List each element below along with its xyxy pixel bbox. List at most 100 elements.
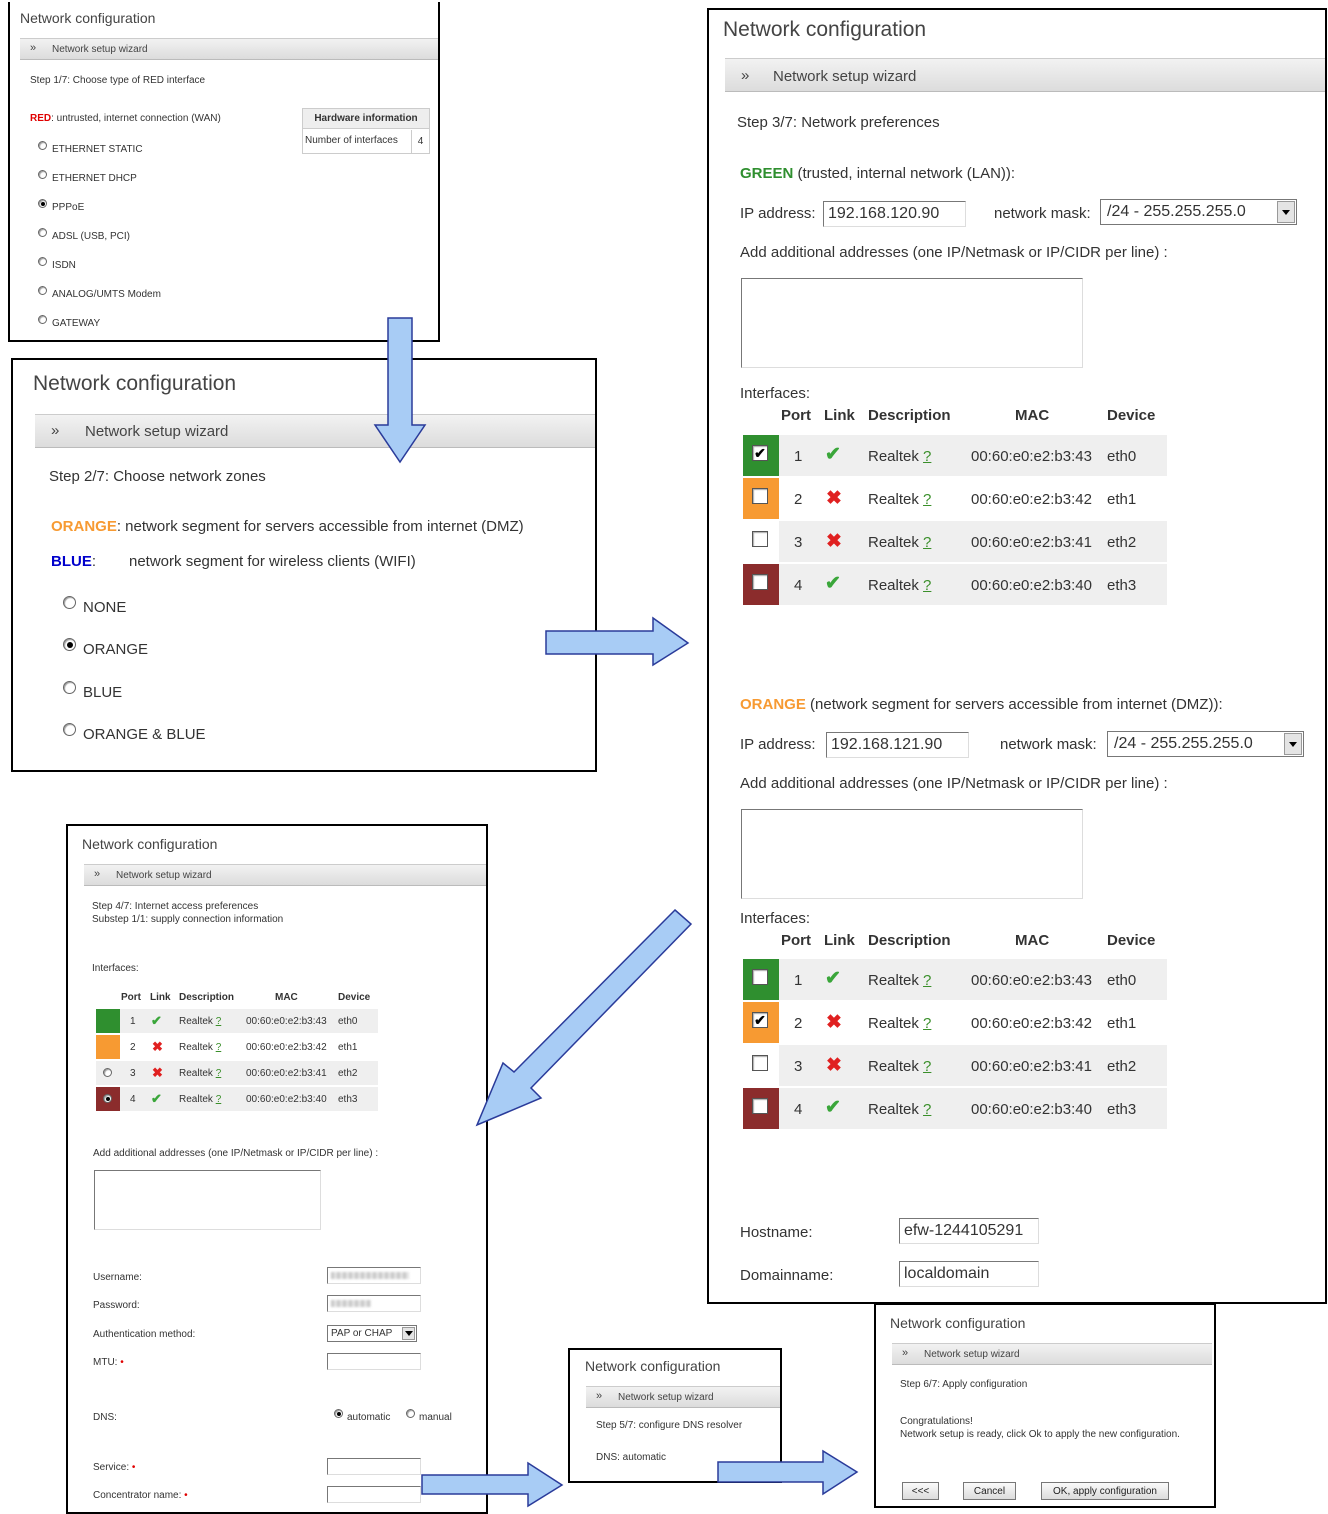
auth-method-select[interactable]: PAP or CHAP [327, 1325, 417, 1342]
link-down-icon: ✖ [826, 488, 842, 509]
mac-cell: 00:60:e0:e2:b3:42 [971, 491, 1092, 508]
help-link[interactable]: ? [923, 448, 931, 465]
orange-ip-input[interactable]: 192.168.121.90 [826, 732, 969, 758]
table-row [743, 1088, 1167, 1129]
username-label: Username: [93, 1272, 142, 1283]
mac-cell: 00:60:e0:e2:b3:43 [246, 1016, 327, 1027]
green-mask-select[interactable]: /24 - 255.255.255.0 [1100, 199, 1297, 225]
help-link[interactable]: ? [923, 972, 931, 989]
dns-automatic-radio[interactable] [334, 1409, 343, 1418]
wizard-title: Network setup wizard [618, 1392, 714, 1403]
blue-zone-label: BLUE [51, 553, 92, 570]
option-label: PPPoE [52, 202, 85, 213]
step-label: Step 3/7: Network preferences [737, 114, 940, 131]
col-mac: MAC [1015, 407, 1050, 424]
dropdown-arrow-icon[interactable] [1277, 201, 1295, 223]
additional-addresses[interactable] [94, 1170, 321, 1230]
table-row [743, 521, 1167, 562]
wizard-bar: » Network setup wizard [586, 1386, 780, 1408]
panel-step5: Network configuration » Network setup wi… [568, 1348, 782, 1483]
port-cell: 3 [794, 1058, 803, 1075]
uplink-radio[interactable] [103, 1094, 112, 1103]
dropdown-arrow-icon[interactable] [402, 1327, 415, 1340]
help-link[interactable]: ? [923, 491, 931, 508]
mac-cell: 00:60:e0:e2:b3:42 [246, 1042, 327, 1053]
help-link[interactable]: ? [923, 577, 931, 594]
col-mac: MAC [1015, 932, 1050, 949]
dns-manual-radio[interactable] [406, 1409, 415, 1418]
mac-cell: 00:60:e0:e2:b3:41 [971, 534, 1092, 551]
help-link[interactable]: ? [216, 1042, 222, 1053]
device-cell: eth3 [1107, 1101, 1137, 1118]
help-link[interactable]: ? [923, 534, 931, 551]
assign-checkbox[interactable] [752, 574, 768, 590]
table-row [743, 435, 1167, 476]
username-input[interactable] [327, 1267, 421, 1284]
panel-step1: Network configuration » Network setup wi… [8, 2, 440, 342]
assign-checkbox[interactable]: ✔ [752, 445, 768, 461]
orange-zone-label: ORANGE [51, 518, 117, 535]
help-link[interactable]: ? [216, 1068, 222, 1079]
description-cell: Realtek ? [868, 972, 932, 989]
ok-apply-button[interactable]: OK, apply configuration [1041, 1482, 1169, 1500]
orange-zone-label: ORANGE [740, 696, 806, 713]
uplink-radio[interactable] [103, 1068, 112, 1077]
green-additional-addresses[interactable] [741, 278, 1083, 368]
assign-checkbox[interactable] [752, 531, 768, 547]
cancel-button[interactable]: Cancel [963, 1482, 1016, 1500]
add-addresses-label: Add additional addresses (one IP/Netmask… [740, 244, 1168, 261]
radio-none[interactable] [63, 596, 76, 609]
link-up-icon: ✔ [151, 1091, 162, 1106]
mtu-input[interactable] [327, 1353, 421, 1370]
radio-blue[interactable] [63, 681, 76, 694]
mac-cell: 00:60:e0:e2:b3:41 [246, 1068, 327, 1079]
device-cell: eth2 [1107, 1058, 1137, 1075]
device-cell: eth1 [1107, 1015, 1137, 1032]
col-device: Device [1107, 932, 1156, 949]
radio-orange-blue[interactable] [63, 723, 76, 736]
required-mark: • [184, 1490, 188, 1501]
interfaces-label: Interfaces: [92, 963, 139, 974]
orange-additional-addresses[interactable] [741, 809, 1083, 899]
page-title: Network configuration [723, 18, 927, 41]
table-row [743, 959, 1167, 1000]
radio-ethernet-static[interactable] [38, 141, 47, 150]
radio-pppoe[interactable] [38, 199, 47, 208]
link-down-icon: ✖ [152, 1065, 163, 1080]
back-button[interactable]: <<< [902, 1482, 939, 1500]
port-cell: 1 [130, 1016, 136, 1027]
radio-isdn[interactable] [38, 257, 47, 266]
help-link[interactable]: ? [216, 1016, 222, 1027]
assign-checkbox[interactable] [752, 1098, 768, 1114]
password-label: Password: [93, 1300, 140, 1311]
radio-gateway[interactable] [38, 315, 47, 324]
concentrator-input[interactable] [327, 1486, 421, 1503]
radio-analog-modem[interactable] [38, 286, 47, 295]
add-addresses-label: Add additional addresses (one IP/Netmask… [740, 775, 1168, 792]
assign-checkbox[interactable] [752, 969, 768, 985]
redacted-value [331, 1272, 409, 1279]
hostname-input[interactable]: efw-1244105291 [899, 1218, 1039, 1244]
domain-input[interactable]: localdomain [899, 1261, 1039, 1287]
help-link[interactable]: ? [923, 1101, 931, 1118]
radio-adsl[interactable] [38, 228, 47, 237]
radio-ethernet-dhcp[interactable] [38, 170, 47, 179]
port-cell: 2 [130, 1042, 136, 1053]
help-link[interactable]: ? [923, 1058, 931, 1075]
service-label: Service: • [93, 1462, 136, 1473]
col-description: Description [868, 932, 951, 949]
password-input[interactable] [327, 1295, 421, 1312]
help-link[interactable]: ? [923, 1015, 931, 1032]
assign-checkbox[interactable] [752, 1055, 768, 1071]
orange-mask-select[interactable]: /24 - 255.255.255.0 [1107, 731, 1304, 757]
device-cell: eth0 [338, 1016, 358, 1027]
green-zone-label: GREEN [740, 165, 794, 182]
mac-cell: 00:60:e0:e2:b3:43 [971, 972, 1092, 989]
service-input[interactable] [327, 1458, 421, 1475]
green-ip-input[interactable]: 192.168.120.90 [823, 201, 966, 227]
help-link[interactable]: ? [216, 1094, 222, 1105]
assign-checkbox[interactable]: ✔ [752, 1012, 768, 1028]
dropdown-arrow-icon[interactable] [1284, 733, 1302, 755]
assign-checkbox[interactable] [752, 488, 768, 504]
radio-orange[interactable] [63, 638, 76, 651]
